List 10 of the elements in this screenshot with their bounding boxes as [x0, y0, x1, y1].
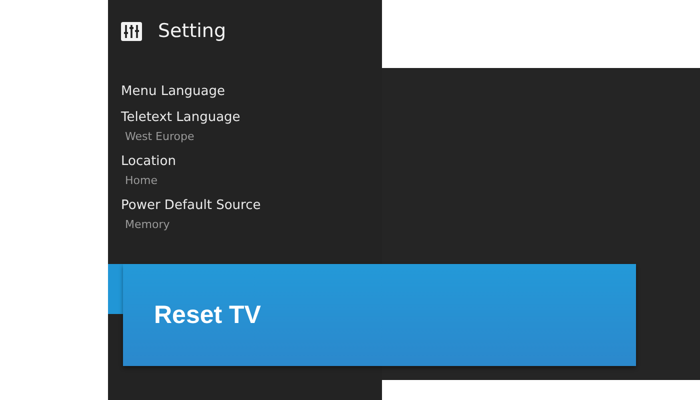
menu-item[interactable]: Menu Language: [121, 84, 382, 99]
menu-item-value: Home: [124, 174, 158, 187]
menu-item-value: West Europe: [124, 130, 196, 143]
sliders-icon: [121, 22, 142, 40]
menu-item-value: Memory: [124, 218, 171, 231]
panel-title: Setting: [158, 20, 226, 42]
menu-item[interactable]: Location: [121, 154, 382, 169]
selected-menu-item[interactable]: Reset TV: [123, 264, 636, 366]
menu-item[interactable]: Power Default Source: [121, 198, 382, 213]
menu-item[interactable]: Teletext Language: [121, 110, 382, 125]
